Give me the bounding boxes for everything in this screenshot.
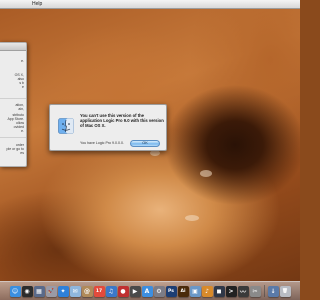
background-window[interactable]: e. OS X, also s b e ation, ain, stributo… bbox=[0, 42, 27, 167]
ok-button[interactable]: OK bbox=[130, 140, 160, 147]
downloads-stack-icon[interactable]: ↓ bbox=[267, 285, 279, 297]
menu-help[interactable]: Help bbox=[32, 0, 42, 9]
dock: ☺ ◉ ▦ 🚀 ✦ ✉ @17 ♫ ● ▶ A ⚙ Ps Ai ▣ ♪ ◼ > 〰 ✂ ↓ 🗑 bbox=[0, 281, 300, 300]
claw-highlight bbox=[185, 215, 199, 221]
utility-icon[interactable]: ✂ bbox=[249, 285, 261, 297]
terminal-icon[interactable]: > bbox=[225, 285, 237, 297]
ical-icon[interactable]: 17 bbox=[93, 285, 105, 297]
background-window-text: es bbox=[20, 151, 24, 155]
mission-control-icon[interactable]: ▦ bbox=[33, 285, 45, 297]
safari-icon[interactable]: ✦ bbox=[57, 285, 69, 297]
photo-booth-icon[interactable]: ● bbox=[117, 285, 129, 297]
trash-icon[interactable]: 🗑 bbox=[279, 285, 291, 297]
finder-icon[interactable]: ☺ bbox=[9, 285, 21, 297]
background-window-text: e. bbox=[21, 59, 24, 63]
divider bbox=[0, 98, 26, 99]
facetime-icon[interactable]: ▶ bbox=[129, 285, 141, 297]
divider bbox=[0, 137, 26, 138]
background-window-text: e. bbox=[21, 129, 24, 133]
dashboard-icon[interactable]: ◉ bbox=[21, 285, 33, 297]
finder-icon bbox=[58, 118, 74, 134]
contacts-icon[interactable]: @ bbox=[81, 285, 93, 297]
dock-separator bbox=[263, 285, 265, 297]
menu-bar: Help bbox=[0, 0, 300, 9]
logic-icon[interactable]: ◼ bbox=[213, 285, 225, 297]
illustrator-icon[interactable]: Ai bbox=[177, 285, 189, 297]
mail-icon[interactable]: ✉ bbox=[69, 285, 81, 297]
activity-monitor-icon[interactable]: 〰 bbox=[237, 285, 249, 297]
claw-highlight bbox=[200, 170, 212, 177]
background-window-text: ain, bbox=[18, 107, 24, 111]
itunes-icon[interactable]: ♫ bbox=[105, 285, 117, 297]
app-store-icon[interactable]: A bbox=[141, 285, 153, 297]
launchpad-icon[interactable]: 🚀 bbox=[45, 285, 57, 297]
garageband-icon[interactable]: ♪ bbox=[201, 285, 213, 297]
background-window-text: e bbox=[22, 85, 24, 89]
alert-message: You can't use this version of the applic… bbox=[80, 113, 164, 129]
preview-icon[interactable]: ▣ bbox=[189, 285, 201, 297]
photoshop-icon[interactable]: Ps bbox=[165, 285, 177, 297]
background-window-titlebar[interactable] bbox=[0, 43, 26, 51]
system-preferences-icon[interactable]: ⚙ bbox=[153, 285, 165, 297]
